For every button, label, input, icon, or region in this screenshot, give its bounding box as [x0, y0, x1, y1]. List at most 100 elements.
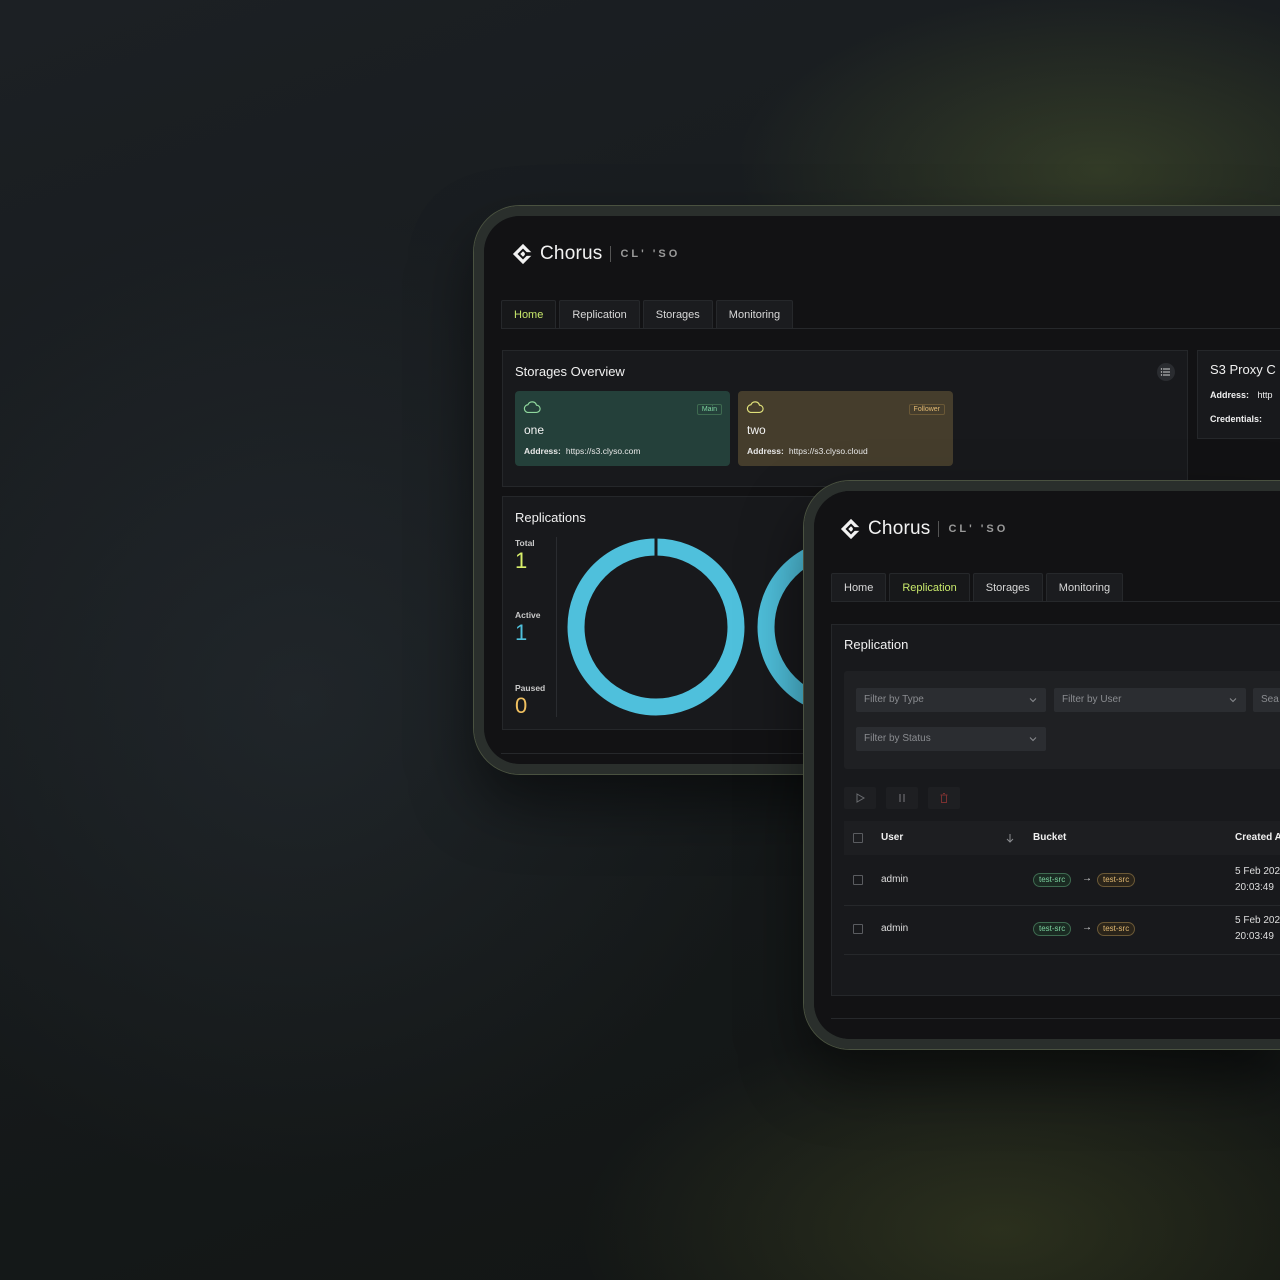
- address-label: Address:: [524, 446, 561, 456]
- row-user: admin: [881, 923, 909, 934]
- table-header: User Bucket Created A: [844, 821, 1280, 855]
- storage-badge-main: Main: [696, 404, 722, 415]
- s3-proxy-credentials-label: Credentials:: [1210, 414, 1263, 424]
- sort-arrow-down-icon[interactable]: [1006, 833, 1014, 843]
- resume-button[interactable]: [844, 787, 876, 809]
- front-screen: Chorus CL' 'SO Home Replication Storages…: [814, 491, 1280, 1039]
- s3-proxy-panel: S3 Proxy C Address: http Credentials:: [1197, 350, 1280, 439]
- storage-card-two[interactable]: Follower two Address: https://s3.clyso.cl…: [738, 391, 953, 466]
- paused-label: Paused: [515, 683, 546, 693]
- filter-type-placeholder: Filter by Type: [864, 694, 924, 705]
- search-input[interactable]: Sea: [1253, 688, 1280, 712]
- tab-storages[interactable]: Storages: [642, 300, 713, 329]
- s3-address-label: Address:: [1210, 390, 1250, 400]
- chorus-logo-icon: [840, 518, 862, 540]
- chevron-down-icon: [1029, 698, 1037, 703]
- paused-value: 0: [515, 693, 528, 718]
- arrow-right-icon: →: [1082, 873, 1092, 884]
- address-value: https://s3.clyso.com: [565, 446, 641, 456]
- total-value: 1: [515, 548, 528, 573]
- tab-replication[interactable]: Replication: [559, 300, 640, 329]
- s3-address-value: http: [1257, 390, 1273, 400]
- front-device-frame: Chorus CL' 'SO Home Replication Storages…: [804, 481, 1280, 1049]
- brand-name: Chorus: [540, 243, 603, 264]
- row-divider: [844, 905, 1280, 906]
- total-label: Total: [515, 538, 535, 548]
- filter-bar: Filter by Type Filter by User Sea Filter…: [844, 671, 1280, 769]
- chorus-logo-icon: [512, 243, 534, 265]
- pause-icon: [899, 794, 905, 802]
- storage-name: one: [524, 423, 545, 437]
- partner-logo: CL' 'SO: [620, 248, 681, 260]
- source-bucket-pill: test-src: [1033, 922, 1072, 936]
- footer-divider: [831, 1018, 1280, 1019]
- target-bucket-pill: test-src: [1097, 873, 1136, 887]
- replication-panel: Replication Filter by Type Filter by Use…: [831, 624, 1280, 996]
- nav-tabs: Home Replication Storages Monitoring: [831, 573, 1124, 602]
- brand[interactable]: Chorus CL' 'SO: [840, 518, 1008, 540]
- cloud-icon: [746, 401, 764, 413]
- tabs-divider: [501, 328, 1280, 329]
- replications-title: Replications: [515, 510, 586, 525]
- filter-by-user-select[interactable]: Filter by User: [1054, 688, 1246, 712]
- row-date: 5 Feb 202: [1235, 866, 1280, 877]
- filter-status-placeholder: Filter by Status: [864, 733, 931, 744]
- row-user: admin: [881, 874, 909, 885]
- row-time: 20:03:49: [1235, 931, 1274, 942]
- row-checkbox[interactable]: [853, 875, 863, 885]
- column-created[interactable]: Created A: [1235, 832, 1280, 843]
- trash-icon: [940, 793, 948, 803]
- filter-by-status-select[interactable]: Filter by Status: [856, 727, 1046, 751]
- row-checkbox[interactable]: [853, 924, 863, 934]
- delete-button[interactable]: [928, 787, 960, 809]
- play-icon: [856, 793, 866, 803]
- storages-overview-panel: Storages Overview Main one Address: https…: [502, 350, 1188, 487]
- storage-name: two: [747, 423, 766, 437]
- storage-card-one[interactable]: Main one Address: https://s3.clyso.com: [515, 391, 730, 466]
- tab-monitoring[interactable]: Monitoring: [715, 300, 794, 329]
- row-date: 5 Feb 202: [1235, 915, 1280, 926]
- arrow-right-icon: →: [1082, 922, 1092, 933]
- column-bucket[interactable]: Bucket: [1033, 832, 1066, 843]
- list-view-button[interactable]: [1157, 363, 1175, 381]
- tabs-divider: [831, 601, 1280, 602]
- address-value: https://s3.clyso.cloud: [788, 446, 868, 456]
- row-time: 20:03:49: [1235, 882, 1274, 893]
- s3-proxy-title: S3 Proxy C: [1210, 362, 1276, 377]
- active-value: 1: [515, 620, 528, 645]
- tab-home[interactable]: Home: [501, 300, 557, 329]
- tab-home[interactable]: Home: [831, 573, 887, 602]
- tab-storages[interactable]: Storages: [972, 573, 1043, 602]
- row-divider: [844, 954, 1280, 955]
- chevron-down-icon: [1029, 737, 1037, 742]
- cloud-icon: [523, 401, 541, 413]
- tab-monitoring[interactable]: Monitoring: [1045, 573, 1124, 602]
- address-label: Address:: [747, 446, 784, 456]
- brand-separator: [610, 246, 612, 262]
- chevron-down-icon: [1229, 698, 1237, 703]
- s3-proxy-address: Address: http: [1210, 390, 1273, 400]
- target-bucket-pill: test-src: [1097, 922, 1136, 936]
- replication-ring-1: [567, 538, 745, 716]
- filter-user-placeholder: Filter by User: [1062, 694, 1122, 705]
- storage-address: Address: https://s3.clyso.cloud: [747, 446, 868, 456]
- list-icon: [1160, 368, 1170, 376]
- column-user[interactable]: User: [881, 832, 903, 843]
- replication-title: Replication: [844, 637, 909, 652]
- nav-tabs: Home Replication Storages Monitoring: [501, 300, 794, 329]
- pause-button[interactable]: [886, 787, 918, 809]
- brand[interactable]: Chorus CL' 'SO: [512, 243, 680, 265]
- tab-replication[interactable]: Replication: [889, 573, 970, 602]
- filter-by-type-select[interactable]: Filter by Type: [856, 688, 1046, 712]
- partner-logo: CL' 'SO: [948, 523, 1009, 535]
- search-placeholder: Sea: [1261, 694, 1279, 705]
- brand-separator: [938, 521, 940, 537]
- storages-overview-title: Storages Overview: [515, 364, 625, 379]
- brand-name: Chorus: [868, 518, 931, 539]
- stats-divider: [556, 537, 557, 717]
- active-label: Active: [515, 610, 541, 620]
- storage-address: Address: https://s3.clyso.com: [524, 446, 640, 456]
- select-all-checkbox[interactable]: [853, 833, 863, 843]
- storage-badge-follower: Follower: [908, 404, 945, 415]
- source-bucket-pill: test-src: [1033, 873, 1072, 887]
